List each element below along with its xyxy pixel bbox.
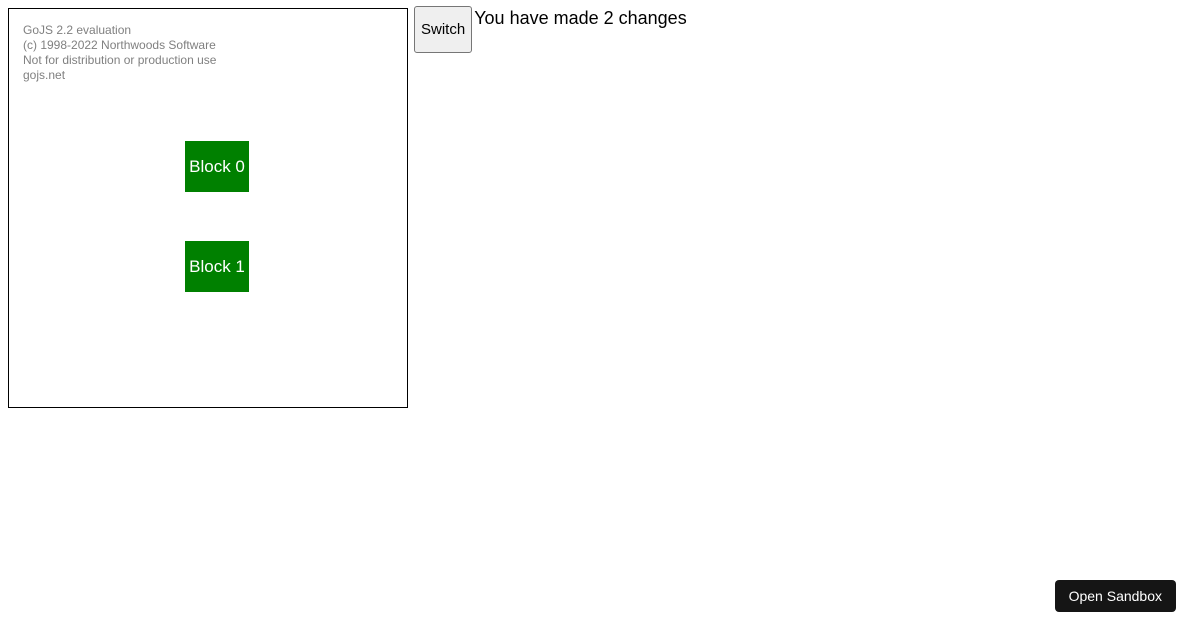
watermark-line: GoJS 2.2 evaluation <box>23 23 216 38</box>
status-prefix: You have made <box>474 8 603 28</box>
evaluation-watermark: GoJS 2.2 evaluation (c) 1998-2022 Northw… <box>23 23 216 83</box>
open-sandbox-button[interactable]: Open Sandbox <box>1055 580 1176 612</box>
diagram-node-block-0[interactable]: Block 0 <box>185 141 249 192</box>
status-suffix: changes <box>614 8 687 28</box>
watermark-line: gojs.net <box>23 68 216 83</box>
switch-button[interactable]: Switch <box>414 6 472 53</box>
diagram-canvas[interactable]: GoJS 2.2 evaluation (c) 1998-2022 Northw… <box>8 8 408 408</box>
node-label: Block 1 <box>189 258 245 275</box>
status-text: You have made 2 changes <box>474 8 687 29</box>
diagram-node-block-1[interactable]: Block 1 <box>185 241 249 292</box>
watermark-line: (c) 1998-2022 Northwoods Software <box>23 38 216 53</box>
watermark-line: Not for distribution or production use <box>23 53 216 68</box>
status-count: 2 <box>604 8 614 28</box>
node-label: Block 0 <box>189 158 245 175</box>
